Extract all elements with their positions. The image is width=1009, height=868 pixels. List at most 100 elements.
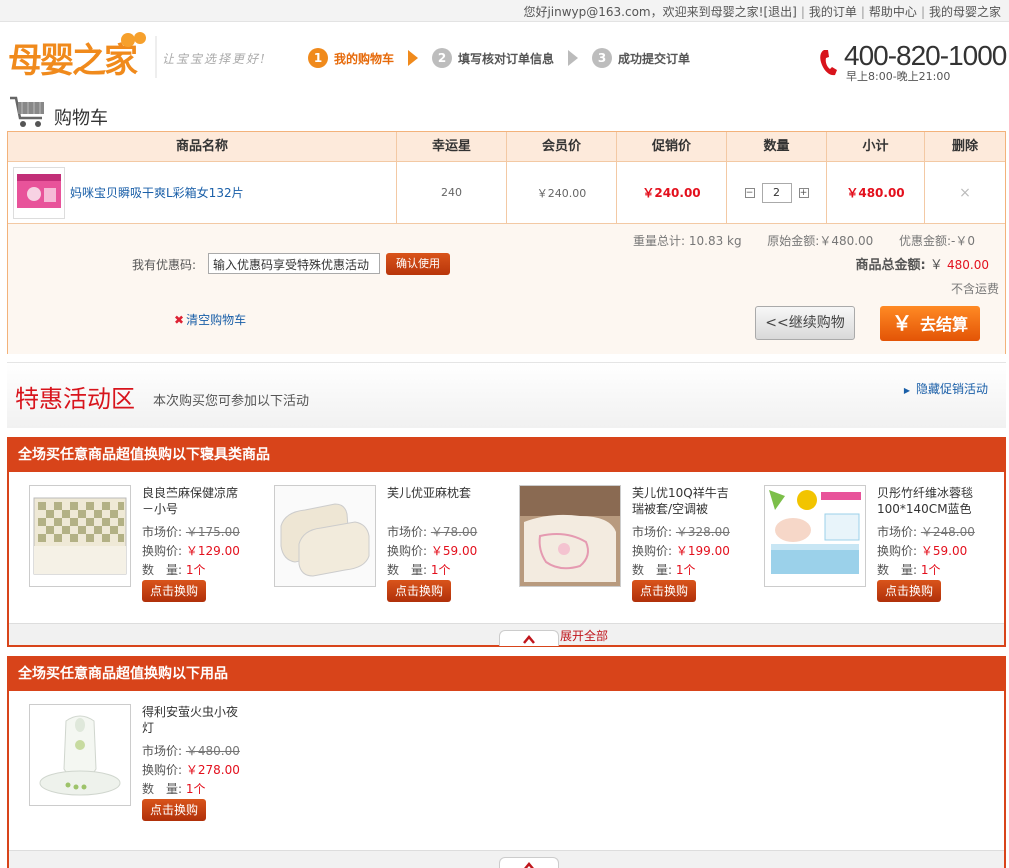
checkout-steps: 1 我的购物车 2 填写核对订单信息 3 成功提交订单	[308, 46, 690, 70]
quantity-row: 数 量: 1个	[387, 561, 451, 578]
item-name: 良良苎麻保健凉席－小号	[142, 486, 239, 516]
subtotal-cell: ￥480.00	[827, 162, 925, 223]
column-header: 幸运星	[397, 132, 507, 161]
member-price-cell: ￥240.00	[507, 162, 617, 223]
continue-shopping-button[interactable]: <<继续购物	[755, 306, 855, 340]
triangle-right-icon: ▶	[903, 386, 910, 395]
product-thumbnail[interactable]	[13, 166, 65, 219]
step-cart: 1 我的购物车	[308, 48, 394, 68]
weight-label: 重量总计:	[632, 234, 686, 248]
column-header: 促销价	[617, 132, 727, 161]
swap-price-label: 换购价:	[877, 544, 918, 558]
quantity-input[interactable]: 2	[761, 182, 792, 203]
yen-icon: ￥	[891, 311, 912, 335]
phone-icon	[818, 46, 842, 78]
qty-minus-button[interactable]: −	[744, 187, 755, 198]
coupon-input[interactable]: 输入优惠码享受特殊优惠活动	[208, 253, 380, 274]
swap-button[interactable]: 点击换购	[387, 580, 451, 602]
column-header: 小计	[827, 132, 925, 161]
quantity-row: 数 量: 1个	[142, 780, 206, 797]
swap-price: ￥278.00	[185, 763, 240, 777]
promo-group-title: 全场买任意商品超值换购以下寝具类商品	[9, 439, 1004, 472]
hide-promo-link[interactable]: ▶ 隐藏促销活动	[904, 380, 988, 397]
swap-button[interactable]: 点击换购	[877, 580, 941, 602]
expand-bar: 展开全部	[9, 623, 1004, 646]
product-name-link[interactable]: 妈咪宝贝瞬吸干爽L彩箱女132片	[70, 184, 244, 201]
product-image[interactable]	[29, 704, 131, 806]
swap-price-label: 换购价:	[142, 544, 183, 558]
step-label: 填写核对订单信息	[458, 51, 555, 66]
checkout-label: 去结算	[919, 315, 968, 334]
swap-price-row: 换购价: ￥59.00	[877, 542, 967, 559]
delete-cell: ×	[925, 162, 1005, 223]
quantity-row: 数 量: 1个	[877, 561, 941, 578]
expand-all-link[interactable]: 展开全部	[560, 627, 608, 644]
my-home-link[interactable]: 我的母婴之家	[929, 5, 1001, 19]
market-price-row: 市场价: ￥78.00	[387, 523, 477, 540]
expand-toggle[interactable]	[499, 630, 559, 646]
swap-button[interactable]: 点击换购	[142, 580, 206, 602]
cart-table-header: 商品名称 幸运星 会员价 促销价 数量 小计 删除	[8, 132, 1005, 162]
total-value: 480.00	[947, 258, 989, 272]
swap-price-label: 换购价:	[142, 763, 183, 777]
item-name: 贝彤竹纤维冰蓉毯100*140CM蓝色	[877, 486, 974, 516]
step-label: 成功提交订单	[618, 51, 691, 66]
promo-title: 特惠活动区	[15, 385, 135, 413]
column-header: 商品名称	[8, 132, 397, 161]
step-number: 2	[432, 48, 453, 68]
original-amount-value: ￥480.00	[819, 234, 874, 248]
market-price-label: 市场价:	[632, 525, 673, 539]
promo-section-header: 特惠活动区 本次购买您可参加以下活动 ▶ 隐藏促销活动	[7, 362, 1006, 428]
promo-group: 全场买任意商品超值换购以下寝具类商品 良良苎麻保健凉席－小号 市场价: ￥175…	[7, 437, 1006, 647]
product-cell: 妈咪宝贝瞬吸干爽L彩箱女132片	[8, 162, 397, 223]
slogan: 让宝宝选择更好!	[162, 52, 267, 66]
logout-link[interactable]: [退出]	[763, 5, 796, 19]
apply-coupon-button[interactable]: 确认使用	[386, 253, 450, 275]
promo-item: 得利安萤火虫小夜灯 市场价: ￥480.00 换购价: ￥278.00 数 量:…	[9, 691, 254, 831]
swap-price-row: 换购价: ￥59.00	[387, 542, 477, 559]
quantity-value: 1个	[920, 563, 941, 577]
greeting-text: 您好jinwyp@163.com，欢迎来到母婴之家!	[523, 5, 764, 19]
cart-summary: 重量总计: 10.83 kg 原始金额:￥480.00 优惠金额:-￥0 我有优…	[8, 224, 1005, 354]
product-image[interactable]	[274, 485, 376, 587]
total-amount: 商品总金额: ￥ 480.00	[856, 254, 990, 273]
table-row: 妈咪宝贝瞬吸干爽L彩箱女132片 240 ￥240.00 ￥240.00 − 2…	[8, 162, 1005, 224]
market-price: ￥78.00	[430, 525, 478, 539]
my-orders-link[interactable]: 我的订单	[809, 5, 857, 19]
promo-item: 芙儿优亚麻枕套 市场价: ￥78.00 换购价: ￥59.00 数 量: 1个 …	[254, 472, 499, 612]
delete-icon[interactable]: ×	[959, 185, 971, 201]
swap-button[interactable]: 点击换购	[142, 799, 206, 821]
checkout-button[interactable]: ￥ 去结算	[880, 306, 980, 341]
coupon-label: 我有优惠码:	[132, 258, 197, 272]
service-hours: 早上8:00-晚上21:00	[846, 70, 951, 83]
help-center-link[interactable]: 帮助中心	[869, 5, 917, 19]
item-name: 芙儿优10Q祥牛吉瑞被套/空调被	[632, 486, 729, 516]
column-header: 会员价	[507, 132, 617, 161]
promo-group-title: 全场买任意商品超值换购以下用品	[9, 658, 1004, 691]
step-arrow-icon	[568, 50, 579, 66]
discount-value: -￥0	[951, 234, 975, 248]
swap-price: ￥199.00	[675, 544, 730, 558]
promo-item: 芙儿优10Q祥牛吉瑞被套/空调被 市场价: ￥328.00 换购价: ￥199.…	[499, 472, 744, 612]
site-logo[interactable]: 母婴之家	[8, 30, 158, 82]
market-price-row: 市场价: ￥175.00	[142, 523, 240, 540]
expand-toggle[interactable]	[499, 857, 559, 868]
top-links: 您好jinwyp@163.com，欢迎来到母婴之家![退出] | 我的订单 | 帮助中心…	[523, 5, 1001, 19]
swap-button[interactable]: 点击换购	[632, 580, 696, 602]
promo-subtitle: 本次购买您可参加以下活动	[153, 394, 310, 409]
market-price-row: 市场价: ￥480.00	[142, 742, 240, 759]
swap-price-row: 换购价: ￥278.00	[142, 761, 240, 778]
quantity-value: 1个	[675, 563, 696, 577]
quantity-label: 数 量:	[877, 563, 918, 577]
clear-cart-link[interactable]: ✖ 清空购物车	[174, 311, 246, 328]
column-header: 删除	[951, 139, 978, 154]
market-price-row: 市场价: ￥248.00	[877, 523, 975, 540]
qty-plus-button[interactable]: +	[798, 187, 809, 198]
product-image[interactable]	[764, 485, 866, 587]
market-price: ￥328.00	[675, 525, 730, 539]
promo-item: 良良苎麻保健凉席－小号 市场价: ￥175.00 换购价: ￥129.00 数 …	[9, 472, 254, 612]
quantity-value: 1个	[430, 563, 451, 577]
product-image[interactable]	[519, 485, 621, 587]
market-price-row: 市场价: ￥328.00	[632, 523, 730, 540]
product-image[interactable]	[29, 485, 131, 587]
